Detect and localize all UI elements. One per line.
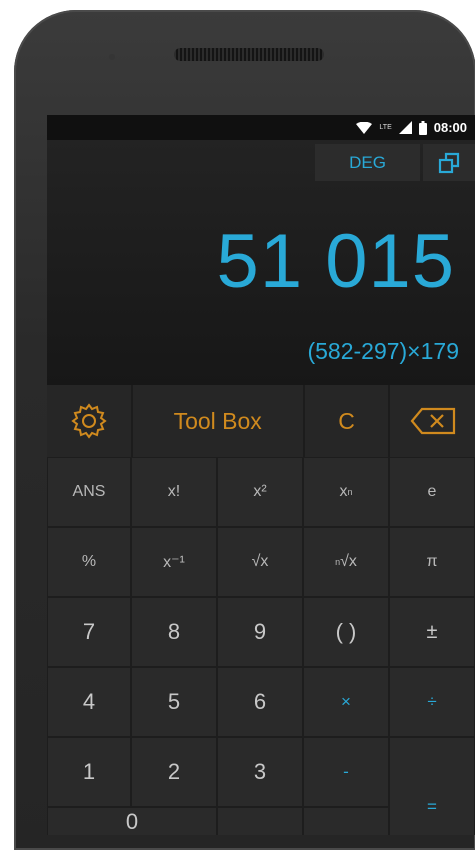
sqrt-key[interactable]: √x <box>217 527 303 597</box>
front-camera <box>109 54 115 60</box>
status-time: 08:00 <box>433 120 467 135</box>
expression-text: (582-297)×179 <box>307 338 459 364</box>
backspace-button[interactable] <box>390 385 475 457</box>
digit-4-key[interactable]: 4 <box>47 667 131 737</box>
equals-key[interactable]: = <box>389 737 475 835</box>
result-value: 51 015 <box>216 219 455 304</box>
gear-icon <box>71 403 107 439</box>
phone-frame: LTE 08:00 DEG 51 015 (582-297)×179 Tool … <box>14 10 475 850</box>
pi-key[interactable]: π <box>389 527 475 597</box>
power-key-exponent: n <box>347 487 353 497</box>
copy-button[interactable] <box>423 144 475 181</box>
toolbox-button[interactable]: Tool Box <box>133 385 305 457</box>
power-key[interactable]: xn <box>303 457 389 527</box>
square-key[interactable]: x² <box>217 457 303 527</box>
divide-key[interactable]: ÷ <box>389 667 475 737</box>
wifi-icon <box>356 121 373 134</box>
battery-icon <box>418 120 427 135</box>
ans-key[interactable]: ANS <box>47 457 131 527</box>
backspace-icon <box>410 407 455 435</box>
plus-minus-key[interactable]: ± <box>389 597 475 667</box>
keypad: ANS x! x² xn e % x⁻¹ √x n √x π 7 8 9 ( ) … <box>47 457 475 835</box>
decimal-key[interactable] <box>217 807 303 835</box>
digit-8-key[interactable]: 8 <box>131 597 217 667</box>
screen: LTE 08:00 DEG 51 015 (582-297)×179 Tool … <box>47 115 475 835</box>
earpiece-speaker <box>174 48 324 61</box>
euler-key[interactable]: e <box>389 457 475 527</box>
angle-mode-button[interactable]: DEG <box>315 144 420 181</box>
copy-icon <box>438 152 460 173</box>
percent-key[interactable]: % <box>47 527 131 597</box>
digit-2-key[interactable]: 2 <box>131 737 217 807</box>
digit-1-key[interactable]: 1 <box>47 737 131 807</box>
multiply-key[interactable]: × <box>303 667 389 737</box>
clear-button[interactable]: C <box>305 385 391 457</box>
nth-root-key-radical: √x <box>340 553 357 570</box>
digit-5-key[interactable]: 5 <box>131 667 217 737</box>
settings-button[interactable] <box>47 385 133 457</box>
digit-6-key[interactable]: 6 <box>217 667 303 737</box>
add-key[interactable] <box>303 807 389 835</box>
signal-icon <box>398 121 412 134</box>
network-type-indicator: LTE <box>379 124 392 131</box>
inverse-key[interactable]: x⁻¹ <box>131 527 217 597</box>
factorial-key[interactable]: x! <box>131 457 217 527</box>
toolbar: Tool Box C <box>47 385 475 457</box>
digit-0-key[interactable]: 0 <box>47 807 217 835</box>
nth-root-key[interactable]: n √x <box>303 527 389 597</box>
display-panel: DEG 51 015 (582-297)×179 <box>47 140 475 385</box>
digit-7-key[interactable]: 7 <box>47 597 131 667</box>
power-key-base: x <box>339 483 348 500</box>
digit-3-key[interactable]: 3 <box>217 737 303 807</box>
parentheses-key[interactable]: ( ) <box>303 597 389 667</box>
digit-9-key[interactable]: 9 <box>217 597 303 667</box>
subtract-key[interactable]: - <box>303 737 389 807</box>
status-bar: LTE 08:00 <box>47 115 475 140</box>
